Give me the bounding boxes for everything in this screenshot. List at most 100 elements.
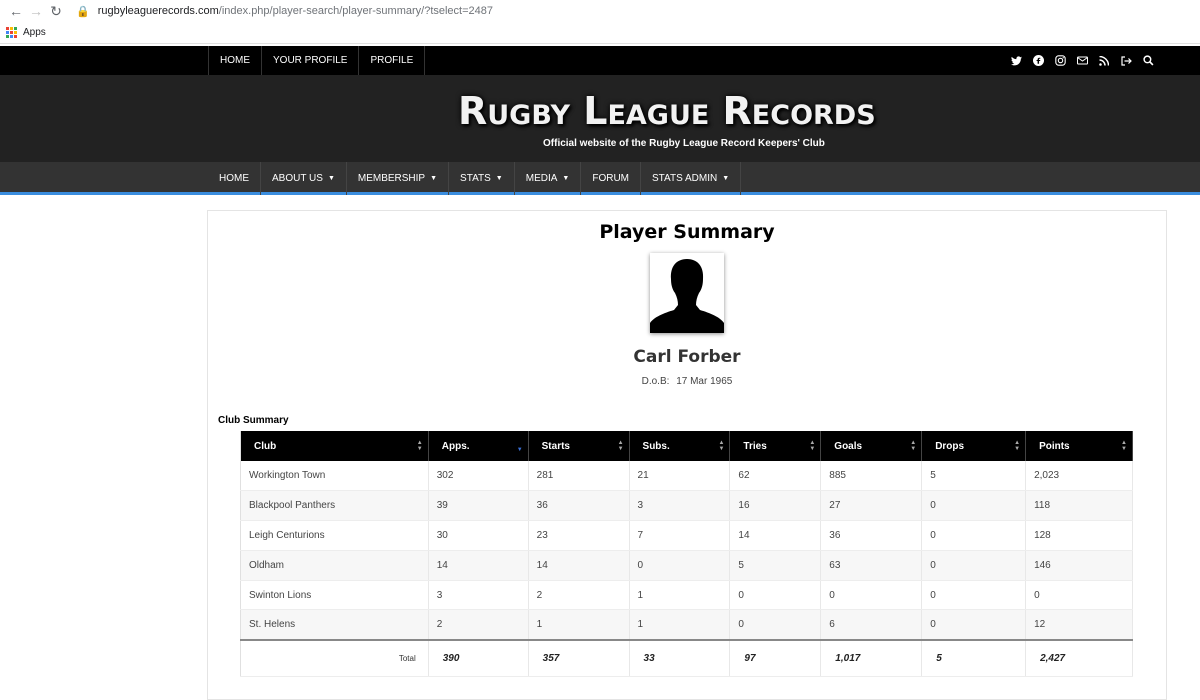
mainnav-label: MEDIA (525, 173, 558, 184)
stat-cell: 30 (428, 520, 529, 551)
stat-cell: 0 (921, 580, 1027, 611)
search-icon[interactable] (1141, 54, 1155, 68)
club-summary-table: Club ▲ ▼ Apps. ▼ Starts ▲ ▼ Subs. ▲ ▼ Tries ▲ ▼ Goals ▲… (240, 431, 1133, 678)
column-header-tries[interactable]: Tries ▲ ▼ (729, 431, 822, 461)
sort-icon: ▲ ▼ (617, 440, 624, 452)
club-name-cell: Swinton Lions (240, 580, 429, 611)
browser-toolbar: ← → ↻ 🔒 rugbyleaguerecords.com/index.php… (0, 0, 1200, 22)
table-header-row: Club ▲ ▼ Apps. ▼ Starts ▲ ▼ Subs. ▲ ▼ Tries ▲ ▼ Goals ▲… (240, 431, 1133, 461)
column-header-starts[interactable]: Starts ▲ ▼ (528, 431, 630, 461)
date-of-birth: D.o.B: 17 Mar 1965 (208, 376, 1166, 387)
stat-cell: 118 (1025, 490, 1133, 522)
mainnav-item-forum[interactable]: FORUM (581, 162, 642, 195)
stat-cell: 14 (428, 550, 529, 581)
rss-icon[interactable] (1097, 54, 1111, 68)
club-name-cell: Leigh Centurions (240, 520, 429, 551)
player-avatar (650, 253, 724, 333)
site-title[interactable]: Rugby League Records (458, 89, 876, 133)
dob-value: 17 Mar 1965 (676, 376, 733, 387)
total-cell: 2,427 (1025, 638, 1133, 678)
mainnav-item-about-us[interactable]: ABOUT US ▼ (261, 162, 347, 195)
reload-icon[interactable]: ↻ (46, 1, 66, 21)
sort-icon: ▲ ▼ (809, 440, 816, 452)
stat-cell: 7 (629, 520, 731, 551)
stat-cell: 2 (528, 580, 630, 611)
top-bar: HOME YOUR PROFILE PROFILE (0, 46, 1200, 75)
column-header-club[interactable]: Club ▲ ▼ (240, 431, 429, 461)
total-cell: 97 (729, 638, 822, 678)
stat-cell: 2 (428, 609, 529, 641)
stat-cell: 146 (1025, 550, 1133, 581)
mainnav-label: STATS (460, 173, 491, 184)
mainnav-label: MEMBERSHIP (357, 173, 426, 184)
page-title: Player Summary (599, 221, 775, 243)
instagram-icon[interactable] (1053, 54, 1067, 68)
stat-cell: 27 (820, 490, 923, 522)
forward-arrow-icon[interactable]: → (26, 1, 46, 21)
stat-cell: 21 (629, 461, 731, 492)
caret-down-icon: ▼ (562, 175, 570, 182)
column-header-label: Starts (541, 440, 570, 452)
stat-cell: 0 (921, 520, 1027, 551)
mainnav-label: FORUM (592, 173, 630, 184)
stat-cell: 62 (729, 461, 822, 492)
apps-bookmark[interactable]: Apps (23, 27, 46, 38)
url-path: /index.php/player-search/player-summary/… (218, 5, 494, 17)
topnav-item-your-profile[interactable]: YOUR PROFILE (261, 46, 358, 75)
stat-cell: 128 (1025, 520, 1133, 551)
mainnav-item-media[interactable]: MEDIA ▼ (515, 162, 582, 195)
social-links (1009, 46, 1155, 75)
topnav-item-profile[interactable]: PROFILE (358, 46, 426, 75)
column-header-apps[interactable]: Apps. ▼ (428, 431, 529, 461)
main-nav: HOME ABOUT US ▼ MEMBERSHIP ▼ STATS ▼ MEDIA ▼ FORU… (0, 162, 1200, 195)
topnav-item-home[interactable]: HOME (208, 46, 261, 75)
stat-cell: 281 (528, 461, 630, 492)
stat-cell: 0 (921, 490, 1027, 522)
stat-cell: 0 (820, 580, 923, 611)
sort-icon: ▲ ▼ (416, 440, 423, 452)
mainnav-item-stats[interactable]: STATS ▼ (449, 162, 515, 195)
stat-cell: 0 (729, 609, 822, 641)
address-bar[interactable]: 🔒 rugbyleaguerecords.com/index.php/playe… (76, 5, 493, 18)
club-name-cell: Oldham (240, 550, 429, 581)
column-header-label: Subs. (642, 440, 670, 452)
total-cell: 5 (921, 638, 1027, 678)
top-nav: HOME YOUR PROFILE PROFILE (208, 46, 426, 75)
column-header-subs[interactable]: Subs. ▲ ▼ (629, 431, 731, 461)
facebook-icon[interactable] (1031, 54, 1045, 68)
stat-cell: 1 (629, 580, 731, 611)
url-host: rugbyleaguerecords.com (97, 5, 219, 17)
stat-cell: 3 (629, 490, 731, 522)
column-header-label: Tries (743, 440, 767, 452)
mainnav-item-stats-admin[interactable]: STATS ADMIN ▼ (641, 162, 742, 195)
stat-cell: 16 (729, 490, 822, 522)
stat-cell: 36 (528, 490, 630, 522)
stat-cell: 6 (820, 609, 923, 641)
column-header-label: Points (1039, 440, 1070, 452)
mainnav-item-membership[interactable]: MEMBERSHIP ▼ (347, 162, 450, 195)
apps-grid-icon[interactable] (6, 27, 17, 38)
sort-icon: ▲ ▼ (1014, 440, 1021, 452)
player-name: Carl Forber (633, 347, 741, 367)
column-header-label: Club (254, 440, 277, 452)
column-header-label: Goals (834, 440, 863, 452)
stat-cell: 23 (528, 520, 630, 551)
column-header-goals[interactable]: Goals ▲ ▼ (820, 431, 923, 461)
stat-cell: 3 (428, 580, 529, 611)
column-header-label: Drops (935, 440, 965, 452)
content-panel: Player Summary Carl Forber D.o.B: 17 Mar… (207, 210, 1167, 700)
caret-down-icon: ▼ (327, 175, 335, 182)
mainnav-item-home[interactable]: HOME (208, 162, 261, 195)
total-cell: 1,017 (820, 638, 923, 678)
twitter-icon[interactable] (1009, 54, 1023, 68)
table-row: Leigh Centurions 30 23 7 14 36 0 128 (240, 520, 1133, 551)
column-header-points[interactable]: Points ▲ ▼ (1025, 431, 1133, 461)
stat-cell: 36 (820, 520, 923, 551)
dob-label: D.o.B: (641, 376, 670, 387)
logout-icon[interactable] (1119, 54, 1133, 68)
total-cell: 357 (528, 638, 630, 678)
column-header-drops[interactable]: Drops ▲ ▼ (921, 431, 1027, 461)
column-header-label: Apps. (441, 440, 470, 452)
email-icon[interactable] (1075, 54, 1089, 68)
back-arrow-icon[interactable]: ← (6, 1, 26, 21)
